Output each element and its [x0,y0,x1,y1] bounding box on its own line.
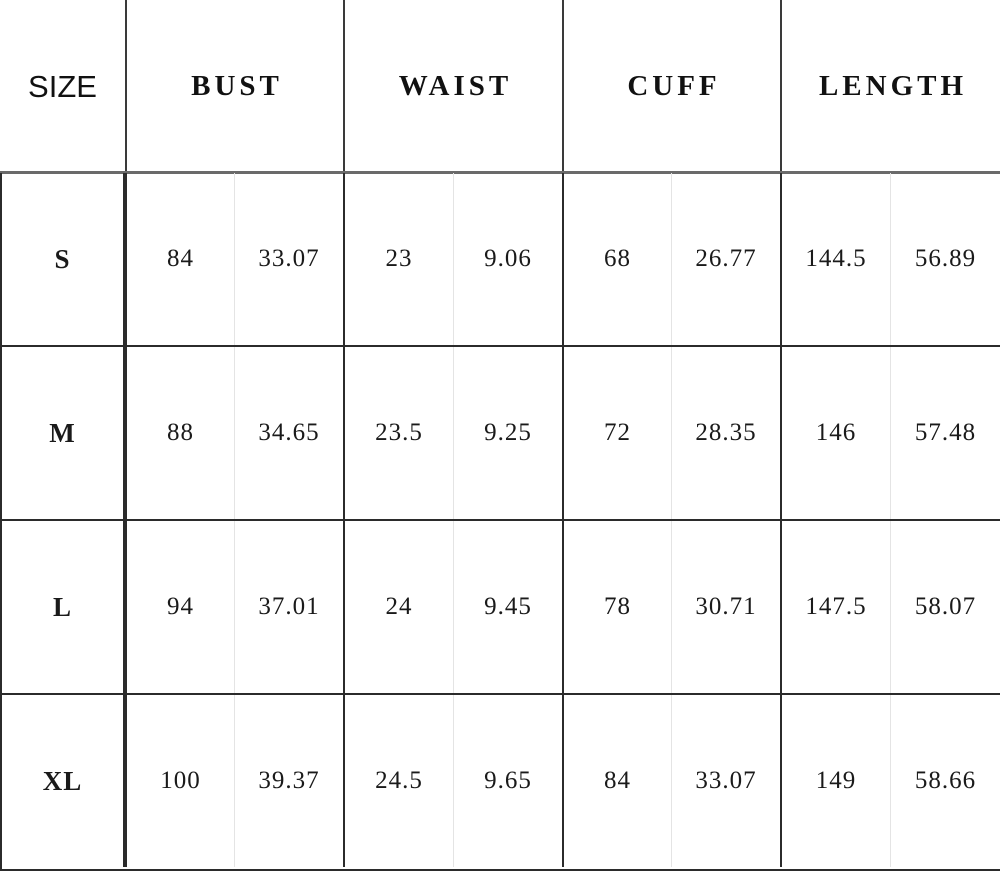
table-header-row: SIZE BUST WAIST CUFF LENGTH [0,0,1000,173]
cell-bust-cm: 94 [125,521,234,693]
table-row: L 94 37.01 24 9.45 78 30.71 147.5 58.07 [2,521,1000,695]
cell-size: L [2,521,125,693]
header-label-size: SIZE [28,68,97,104]
cell-bust-cm: 84 [125,173,234,345]
header-label-bust: BUST [191,70,283,102]
cell-waist-in: 9.65 [453,695,562,867]
cell-bust-in: 33.07 [234,173,343,345]
cell-length-cm: 144.5 [780,173,890,345]
cell-cuff-cm: 72 [562,347,671,519]
cell-length-in: 56.89 [890,173,1000,345]
header-cell-waist: WAIST [343,0,562,173]
cell-cuff-cm: 84 [562,695,671,867]
size-chart-table: SIZE BUST WAIST CUFF LENGTH S 84 33.07 2… [0,0,1000,874]
cell-bust-in: 39.37 [234,695,343,867]
cell-length-cm: 147.5 [780,521,890,693]
cell-waist-cm: 23.5 [343,347,453,519]
cell-size: XL [2,695,125,867]
cell-waist-in: 9.25 [453,347,562,519]
cell-size: M [2,347,125,519]
header-cell-size: SIZE [0,0,125,173]
cell-waist-in: 9.45 [453,521,562,693]
cell-cuff-cm: 68 [562,173,671,345]
header-label-waist: WAIST [398,70,513,102]
table-row: S 84 33.07 23 9.06 68 26.77 144.5 56.89 [2,173,1000,347]
header-cell-length: LENGTH [780,0,1000,173]
cell-bust-in: 34.65 [234,347,343,519]
header-label-length: LENGTH [818,70,968,102]
cell-length-cm: 146 [780,347,890,519]
cell-length-in: 58.07 [890,521,1000,693]
cell-bust-cm: 100 [125,695,234,867]
cell-size: S [2,173,125,345]
header-cell-cuff: CUFF [562,0,780,173]
cell-cuff-in: 30.71 [671,521,780,693]
table-row: XL 100 39.37 24.5 9.65 84 33.07 149 58.6… [2,695,1000,867]
cell-cuff-in: 26.77 [671,173,780,345]
cell-length-cm: 149 [780,695,890,867]
cell-bust-cm: 88 [125,347,234,519]
cell-cuff-in: 33.07 [671,695,780,867]
cell-length-in: 57.48 [890,347,1000,519]
header-label-cuff: CUFF [627,70,721,102]
cell-waist-cm: 24.5 [343,695,453,867]
cell-cuff-cm: 78 [562,521,671,693]
cell-waist-cm: 23 [343,173,453,345]
cell-bust-in: 37.01 [234,521,343,693]
cell-waist-cm: 24 [343,521,453,693]
header-cell-bust: BUST [125,0,343,173]
table-row: M 88 34.65 23.5 9.25 72 28.35 146 57.48 [2,347,1000,521]
cell-cuff-in: 28.35 [671,347,780,519]
table-body: S 84 33.07 23 9.06 68 26.77 144.5 56.89 … [0,173,1000,871]
cell-length-in: 58.66 [890,695,1000,867]
cell-waist-in: 9.06 [453,173,562,345]
